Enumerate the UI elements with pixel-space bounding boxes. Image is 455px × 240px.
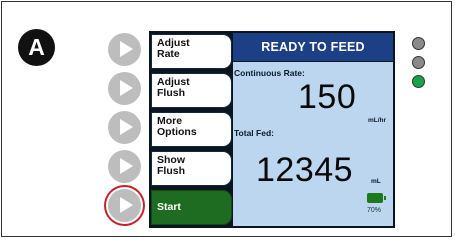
- continuous-rate-value: 150: [298, 78, 357, 116]
- status-header: READY TO FEED: [233, 33, 393, 61]
- soft-key-label-line1: Start: [157, 201, 181, 213]
- soft-key-show-flush[interactable]: Show Flush: [151, 151, 232, 186]
- status-led-middle: [412, 56, 425, 69]
- play-button-start[interactable]: [108, 189, 141, 222]
- soft-key-more-options[interactable]: More Options: [151, 112, 232, 147]
- battery-percent: 70%: [367, 207, 382, 214]
- status-led-bottom: [412, 75, 425, 88]
- total-fed-value: 12345: [256, 151, 354, 189]
- soft-key-start[interactable]: Start: [151, 190, 232, 225]
- soft-key-label-line2: Flush: [157, 87, 185, 99]
- continuous-rate-unit: mL/hr: [368, 117, 387, 124]
- soft-key-adjust-rate[interactable]: Adjust Rate: [151, 34, 232, 69]
- soft-key-label-line2: Options: [157, 126, 197, 138]
- play-button-show-flush[interactable]: [108, 150, 141, 183]
- play-button-adjust-rate[interactable]: [108, 33, 141, 66]
- status-led-top: [412, 37, 425, 50]
- soft-key-adjust-flush[interactable]: Adjust Flush: [151, 73, 232, 108]
- soft-key-label-line2: Rate: [157, 48, 180, 60]
- total-fed-label: Total Fed:: [234, 128, 274, 138]
- continuous-rate-label: Continuous Rate:: [234, 68, 305, 78]
- play-button-adjust-flush[interactable]: [108, 72, 141, 105]
- panel-letter-badge: A: [18, 29, 55, 66]
- total-fed-unit: mL: [371, 178, 381, 185]
- battery-icon: [367, 193, 386, 203]
- play-button-more-options[interactable]: [108, 111, 141, 144]
- soft-key-label-line2: Flush: [157, 165, 185, 177]
